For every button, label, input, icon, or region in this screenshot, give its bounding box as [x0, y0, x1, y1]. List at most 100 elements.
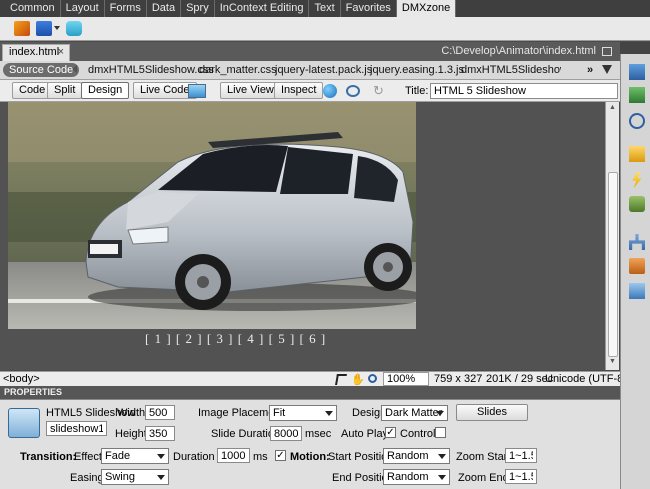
id-field[interactable] [46, 421, 107, 436]
close-icon[interactable]: × [58, 46, 64, 58]
scroll-down-icon[interactable]: ▼ [609, 358, 616, 365]
tag-selector[interactable]: <body> [3, 373, 40, 385]
chevron-down-icon [438, 475, 446, 480]
insert-tab-favorites[interactable]: Favorites [341, 0, 397, 17]
image-placement-select[interactable]: Fit [269, 405, 337, 421]
source-code-button[interactable]: Source Code [3, 63, 80, 77]
easing-value: Swing [105, 471, 135, 483]
insert-tab-data[interactable]: Data [147, 0, 182, 17]
start-position-select[interactable]: Random [383, 448, 450, 464]
properties-panel: HTML5 Slideshow Width Height Image Place… [0, 399, 620, 489]
insert-panel-icon[interactable] [629, 64, 645, 80]
insert-tab-dmxzone[interactable]: DMXzone [396, 0, 457, 17]
height-label: Height [115, 428, 147, 440]
slideshow-component-icon [8, 408, 40, 438]
width-label: Width [117, 407, 146, 419]
zoom-value: 100% [387, 373, 416, 385]
chevron-down-icon[interactable] [54, 26, 60, 30]
vertical-scrollbar[interactable]: ▲ ▼ [605, 102, 619, 370]
slideshow-icon[interactable] [36, 21, 52, 36]
design-select[interactable]: Dark Matter [381, 405, 448, 421]
databases-icon[interactable] [629, 146, 645, 162]
live-view-button[interactable]: Live View [220, 82, 281, 99]
related-file-item[interactable]: dark_matter.css [199, 64, 277, 76]
assets-icon[interactable] [629, 258, 645, 274]
file-size-download-time: 201K / 29 sec [486, 373, 554, 385]
insert-tab-incontext-editing[interactable]: InContext Editing [215, 0, 310, 17]
document-title-input[interactable] [430, 83, 618, 99]
related-file-item[interactable]: dmxHTML5Slideshow.css [88, 64, 214, 76]
slideshow-navigation[interactable]: [ 1 ] [ 2 ] [ 3 ] [ 4 ] [ 5 ] [ 6 ] [145, 331, 326, 347]
width-field[interactable] [145, 405, 175, 420]
split-view-button[interactable]: Split [47, 82, 83, 99]
pointer-tool-icon[interactable] [335, 374, 347, 385]
live-code-button[interactable]: Live Code [133, 82, 197, 99]
more-files-icon[interactable]: » [587, 64, 593, 76]
zoom-select[interactable]: 100% [383, 372, 429, 386]
duration-unit: ms [253, 451, 268, 463]
insert-tab-forms[interactable]: Forms [105, 0, 147, 17]
server-behaviors-icon[interactable] [629, 196, 645, 212]
design-view: [ 1 ] [ 2 ] [ 3 ] [ 4 ] [ 5 ] [ 6 ] [0, 102, 605, 370]
related-files-bar: Source Code dmxHTML5Slideshow.css dark_m… [0, 61, 620, 80]
inspect-button[interactable]: Inspect [274, 82, 324, 99]
flash-gallery-icon[interactable] [14, 21, 30, 36]
chevron-down-icon [325, 411, 333, 416]
insert-tab-text[interactable]: Text [309, 0, 341, 17]
title-label: Title: [405, 85, 429, 97]
related-file-item[interactable]: jquery-latest.pack.js [275, 64, 372, 76]
visual-aids-icon[interactable] [346, 85, 360, 97]
document-tab[interactable]: index.html × [2, 44, 70, 61]
motion-checkbox[interactable]: ✓ [275, 450, 286, 461]
controls-checkbox[interactable] [435, 427, 446, 438]
zoom-start-field[interactable] [505, 448, 537, 463]
zoom-end-field[interactable] [505, 469, 537, 484]
start-position-value: Random [387, 450, 429, 462]
encoding: Unicode (UTF-8) [545, 373, 627, 385]
preview-in-browser-icon[interactable] [323, 84, 337, 98]
restore-window-icon[interactable] [602, 47, 612, 56]
autoplay-checkbox[interactable]: ✓ [385, 427, 396, 438]
motion-label: Motion: [290, 451, 330, 463]
right-panel-header[interactable] [620, 42, 650, 54]
design-value: Dark Matter [385, 407, 443, 419]
related-file-item[interactable]: jquery.easing.1.3.js [370, 64, 464, 76]
zoom-tool-icon[interactable] [368, 374, 377, 383]
chevron-down-icon [436, 411, 444, 416]
check-browser-compatibility-icon[interactable] [188, 84, 206, 98]
ap-elements-icon[interactable] [629, 113, 645, 129]
insert-tab-spry[interactable]: Spry [181, 0, 215, 17]
slides-button[interactable]: Slides [456, 404, 528, 421]
insert-panel-tabs: Common Layout Forms Data Spry InContext … [0, 0, 650, 17]
related-file-item[interactable]: dmxHTML5Slideshow.js [461, 64, 561, 76]
properties-panel-header[interactable]: PROPERTIES [0, 386, 620, 399]
slide-duration-field[interactable] [270, 426, 302, 441]
document-tab-label: index.html [9, 46, 60, 58]
chevron-down-icon [157, 475, 165, 480]
html5-component-icon[interactable] [66, 21, 82, 36]
files-icon[interactable] [629, 234, 645, 250]
behaviors-icon[interactable] [632, 172, 642, 188]
insert-tab-layout[interactable]: Layout [61, 0, 105, 17]
window-size[interactable]: 759 x 327 [434, 373, 482, 385]
duration-field[interactable] [217, 448, 250, 463]
autoplay-label: Auto Play [341, 428, 389, 440]
chevron-down-icon [438, 454, 446, 459]
design-view-button[interactable]: Design [81, 82, 130, 99]
snippets-icon[interactable] [629, 283, 645, 299]
image-placement-value: Fit [273, 407, 286, 419]
slide-duration-unit: msec [305, 428, 332, 440]
hand-tool-icon[interactable]: ✋ [351, 373, 365, 386]
filter-icon[interactable] [602, 65, 612, 74]
css-styles-icon[interactable] [629, 87, 645, 103]
height-field[interactable] [145, 426, 175, 441]
effect-select[interactable]: Fade [101, 448, 169, 464]
end-position-select[interactable]: Random [383, 469, 450, 485]
refresh-icon[interactable]: ↻ [373, 83, 384, 99]
scroll-up-icon[interactable]: ▲ [609, 104, 616, 111]
insert-tab-common[interactable]: Common [5, 0, 61, 17]
duration-label: Duration [173, 451, 215, 463]
scrollbar-thumb[interactable] [608, 172, 618, 357]
easing-select[interactable]: Swing [101, 469, 169, 485]
chevron-left-icon[interactable] [72, 65, 77, 73]
